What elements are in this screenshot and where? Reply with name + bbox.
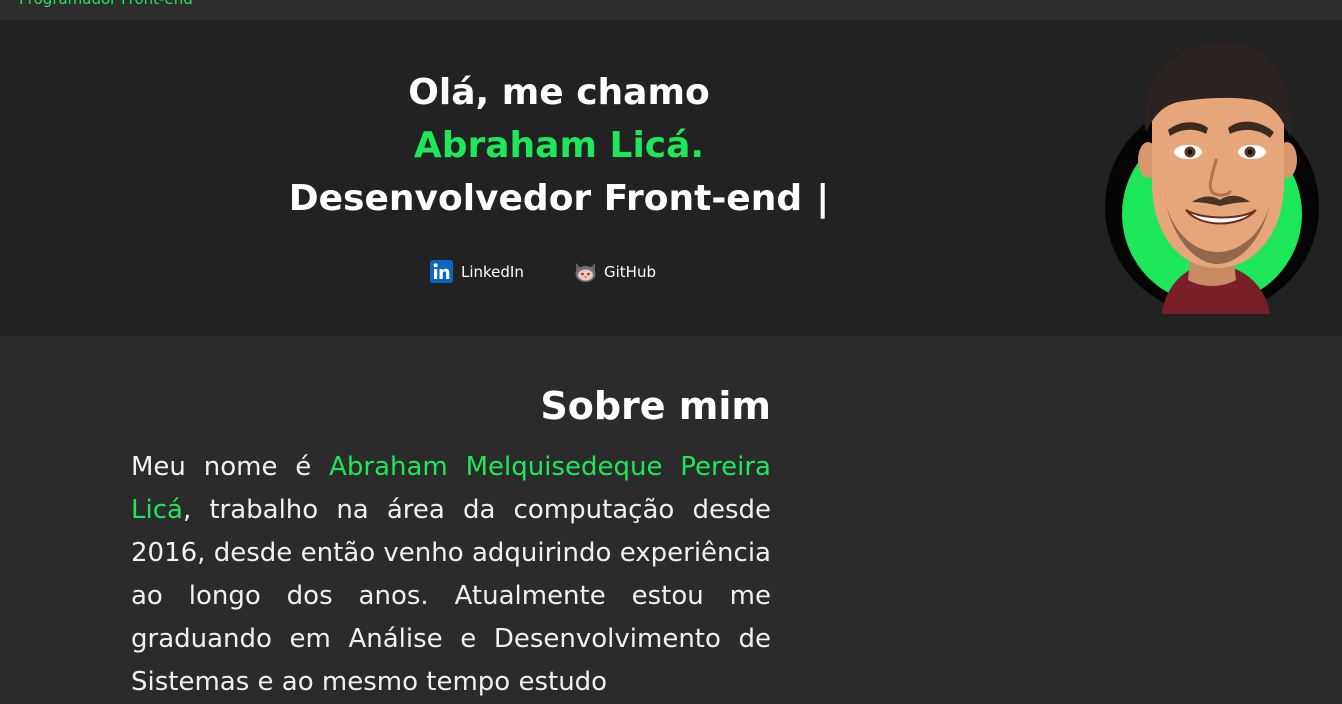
github-link[interactable]: GitHub <box>573 260 656 283</box>
linkedin-icon <box>430 260 453 283</box>
hero-role-line: Desenvolvedor Front-end | <box>200 172 918 225</box>
linkedin-label: LinkedIn <box>461 262 524 281</box>
hero-greeting: Olá, me chamo <box>408 72 710 113</box>
hero-section: Olá, me chamo Abraham Licá. Desenvolvedo… <box>0 20 1342 336</box>
linkedin-link[interactable]: LinkedIn <box>430 260 524 283</box>
github-icon <box>573 260 596 283</box>
about-paragraph: Meu nome é Abraham Melquisedeque Pereira… <box>131 446 771 704</box>
header-subtitle: Programador Front-end <box>19 0 193 8</box>
hero-name: Abraham Licá. <box>413 125 705 166</box>
about-text-before: Meu nome é <box>131 452 330 482</box>
hero-heading: Olá, me chamo Abraham Licá. Desenvolvedo… <box>200 66 918 225</box>
typing-cursor: | <box>816 178 830 219</box>
about-title: Sobre mim <box>540 383 771 428</box>
avatar <box>1104 42 1322 314</box>
about-text-after: , trabalho na área da computação desde 2… <box>131 495 771 697</box>
top-header: Programador Front-end <box>0 0 1342 20</box>
about-section: Sobre mim Meu nome é Abraham Melquisedeq… <box>0 336 1342 697</box>
github-label: GitHub <box>604 262 656 281</box>
hero-role: Desenvolvedor Front-end <box>288 178 803 219</box>
